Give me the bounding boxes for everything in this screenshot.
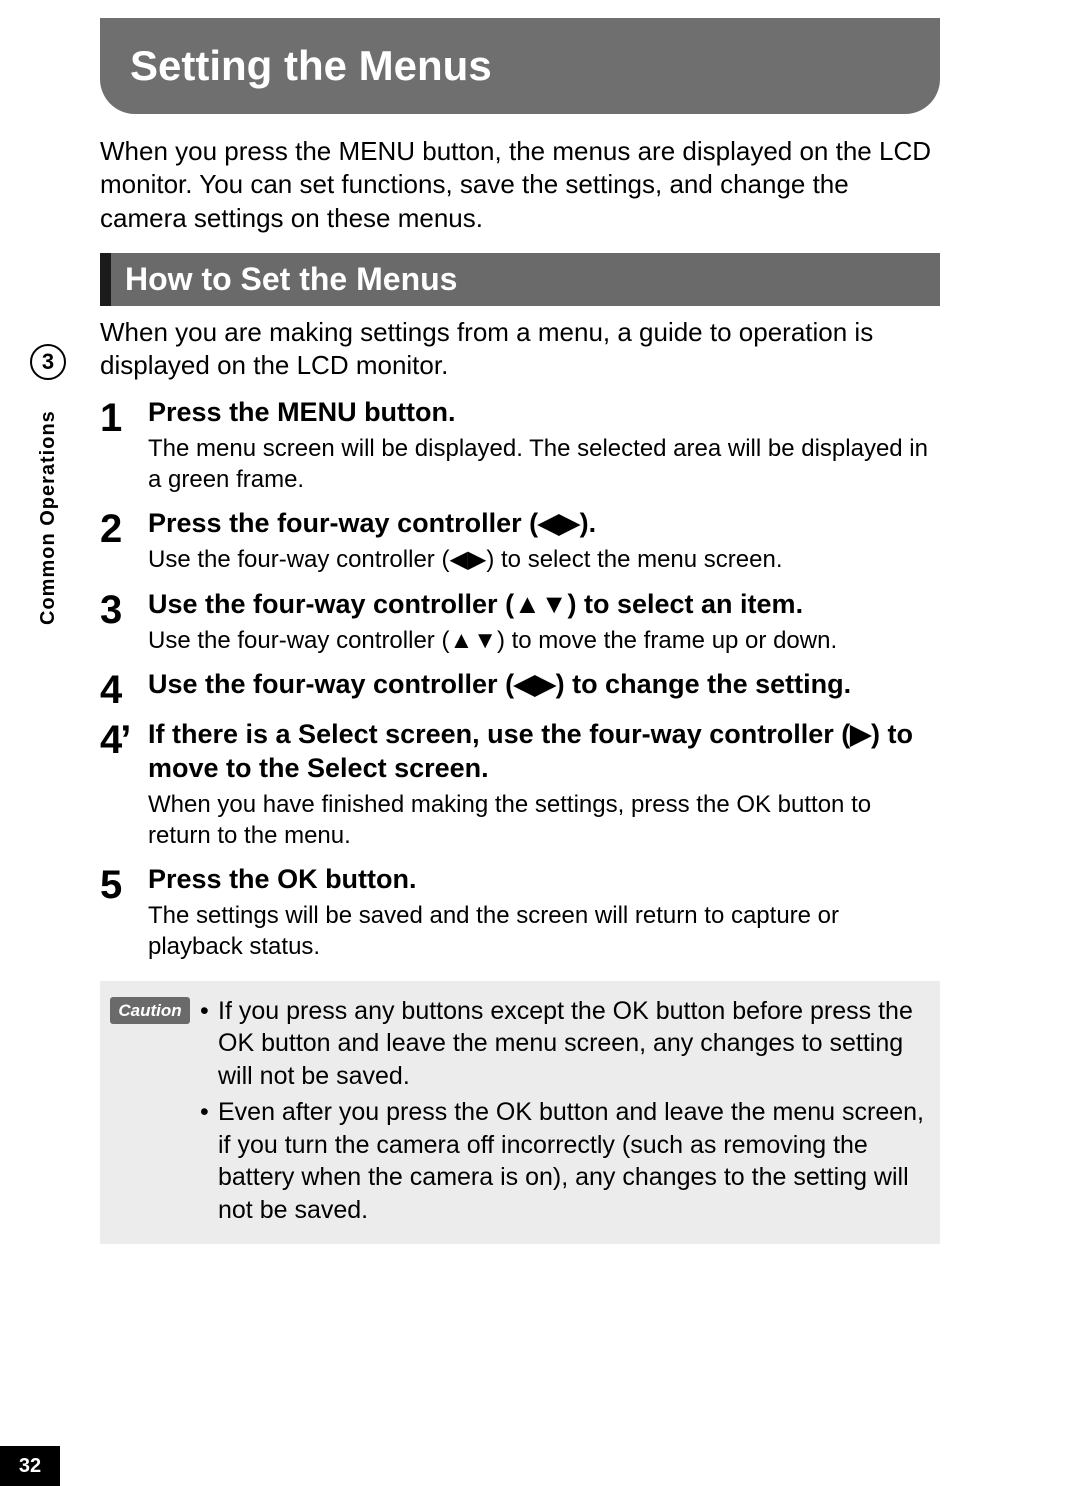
step-desc: Use the four-way controller (◀▶) to sele… (148, 545, 940, 576)
caution-list: If you press any buttons except the OK b… (200, 995, 926, 1231)
caution-box: Caution If you press any buttons except … (100, 981, 940, 1245)
caution-icon: Caution (110, 997, 189, 1025)
bullet-icon (200, 995, 218, 1093)
page-number: 32 (0, 1446, 60, 1486)
step-body: Use the four-way controller (▲▼) to sele… (148, 588, 940, 660)
step-number: 3 (100, 588, 148, 630)
caution-item: Even after you press the OK button and l… (200, 1096, 926, 1226)
steps-list: 1 Press the MENU button. The menu screen… (100, 396, 940, 966)
step: 4 Use the four-way controller (◀▶) to ch… (100, 668, 940, 710)
step-desc: Use the four-way controller (▲▼) to move… (148, 626, 940, 657)
step-body: If there is a Select screen, use the fou… (148, 718, 940, 855)
step-body: Press the OK button. The settings will b… (148, 863, 940, 966)
page-body: When you press the MENU button, the menu… (100, 135, 940, 1244)
manual-page: 3 Common Operations Setting the Menus Wh… (0, 0, 1080, 1486)
step: 5 Press the OK button. The settings will… (100, 863, 940, 966)
caution-item: If you press any buttons except the OK b… (200, 995, 926, 1093)
step: 3 Use the four-way controller (▲▼) to se… (100, 588, 940, 660)
step: 1 Press the MENU button. The menu screen… (100, 396, 940, 499)
section-heading: How to Set the Menus (100, 253, 940, 306)
step-title: Use the four-way controller (◀▶) to chan… (148, 668, 940, 702)
step-title: Press the four-way controller (◀▶). (148, 507, 940, 541)
chapter-number: 3 (30, 344, 66, 380)
chapter-label: Common Operations (37, 388, 60, 648)
caution-text: If you press any buttons except the OK b… (218, 995, 926, 1093)
step: 2 Press the four-way controller (◀▶). Us… (100, 507, 940, 579)
step: 4’ If there is a Select screen, use the … (100, 718, 940, 855)
step-title: Press the OK button. (148, 863, 940, 897)
step-desc: The settings will be saved and the scree… (148, 901, 940, 962)
step-number: 4’ (100, 718, 148, 760)
step-title: Press the MENU button. (148, 396, 940, 430)
section-lead: When you are making settings from a menu… (100, 316, 940, 383)
step-desc: The menu screen will be displayed. The s… (148, 434, 940, 495)
step-number: 5 (100, 863, 148, 905)
bullet-icon (200, 1096, 218, 1226)
step-title: If there is a Select screen, use the fou… (148, 718, 940, 786)
page-title: Setting the Menus (130, 42, 492, 90)
step-number: 1 (100, 396, 148, 438)
step-desc: When you have finished making the settin… (148, 790, 940, 851)
lead-paragraph: When you press the MENU button, the menu… (100, 135, 940, 235)
step-body: Press the MENU button. The menu screen w… (148, 396, 940, 499)
step-body: Press the four-way controller (◀▶). Use … (148, 507, 940, 579)
page-title-banner: Setting the Menus (100, 18, 940, 114)
step-title: Use the four-way controller (▲▼) to sele… (148, 588, 940, 622)
caution-text: Even after you press the OK button and l… (218, 1096, 926, 1226)
step-body: Use the four-way controller (◀▶) to chan… (148, 668, 940, 706)
step-number: 4 (100, 668, 148, 710)
step-number: 2 (100, 507, 148, 549)
chapter-tab: 3 Common Operations (22, 344, 74, 688)
caution-icon-wrap: Caution (100, 995, 200, 1231)
